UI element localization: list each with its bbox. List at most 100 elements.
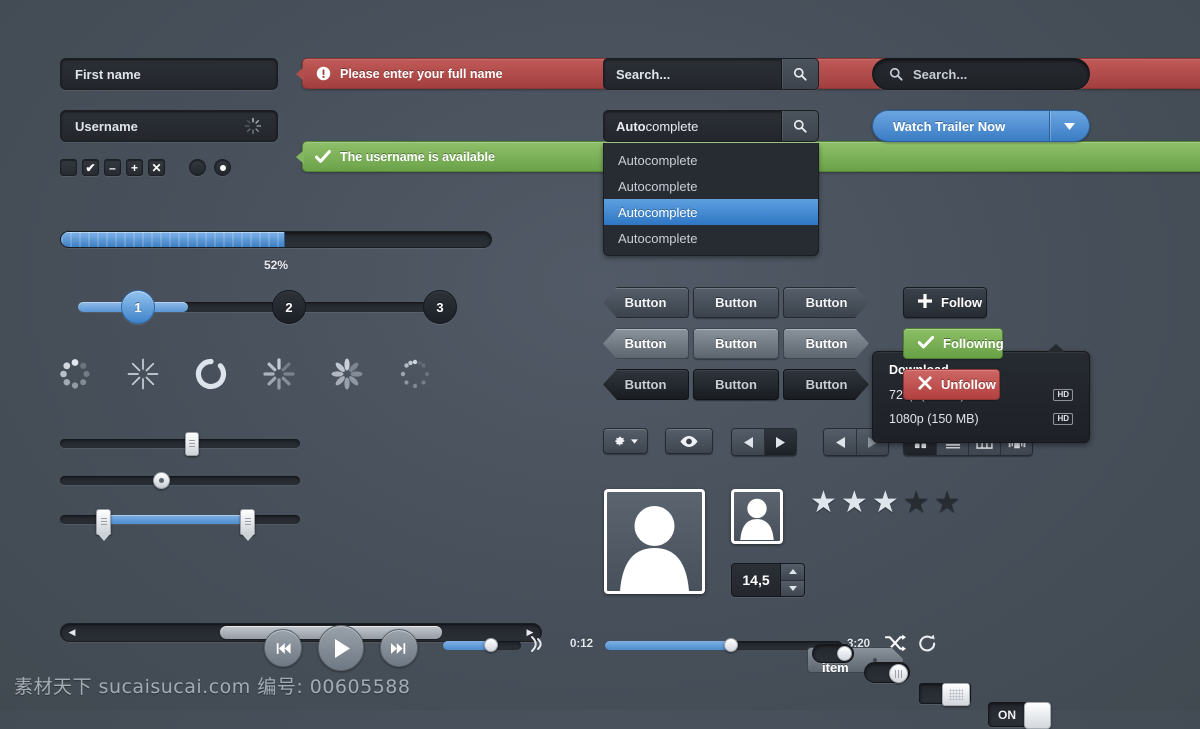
repeat-button[interactable] [918, 634, 937, 658]
volume-slider[interactable] [443, 638, 521, 652]
nav-next-button-active[interactable] [764, 429, 796, 455]
progress-bar [60, 231, 492, 248]
first-name-input[interactable]: First name [60, 58, 278, 90]
unfollow-button[interactable]: Unfollow [903, 369, 1000, 400]
spinner-petals [330, 357, 364, 396]
nav-prev-button[interactable] [824, 429, 856, 455]
radio-selected[interactable] [214, 159, 231, 176]
stepper-up-button[interactable] [781, 564, 804, 580]
skip-back-button[interactable] [264, 629, 302, 667]
follow-button[interactable]: Follow [903, 287, 987, 318]
checkbox-cross[interactable]: ✕ [148, 159, 165, 176]
button-black-flat[interactable]: Button [693, 369, 779, 400]
grip-lines-icon [244, 518, 251, 526]
button-light-arrow[interactable]: Button [783, 328, 869, 359]
toggle-handle[interactable] [837, 646, 852, 661]
scroll-left-arrow-icon[interactable]: ◀ [61, 624, 83, 641]
star-empty[interactable]: ★ [934, 488, 961, 518]
search-input[interactable]: Search... [604, 59, 781, 89]
slider-track [60, 476, 300, 485]
autocomplete-option[interactable]: Autocomplete [604, 173, 818, 199]
autocomplete-option[interactable]: Autocomplete [604, 225, 818, 251]
star-filled[interactable]: ★ [810, 488, 837, 518]
checkbox-empty[interactable] [60, 159, 77, 176]
button-light-notch[interactable]: Button [603, 328, 689, 359]
autocomplete-dropdown[interactable]: Autocomplete Autocomplete Autocomplete A… [603, 143, 819, 256]
radio-group [189, 159, 231, 176]
watch-trailer-button[interactable]: Watch Trailer Now [873, 111, 1049, 141]
step-label: 1 [134, 299, 142, 315]
following-button[interactable]: Following [903, 328, 1004, 359]
checkbox-checked[interactable]: ✔ [82, 159, 99, 176]
triangle-right-icon [776, 436, 785, 448]
radio-dot [219, 164, 226, 171]
watch-trailer-split-button[interactable]: Watch Trailer Now [872, 110, 1090, 142]
autocomplete-input[interactable]: Auto complete [604, 111, 781, 141]
toggle-handle[interactable] [942, 683, 970, 706]
rating-stars[interactable]: ★ ★ ★ ★ ★ [810, 488, 961, 518]
preview-eye-button[interactable] [665, 428, 713, 454]
playback-handle[interactable] [723, 638, 738, 652]
toggle-handle[interactable] [1024, 702, 1051, 729]
skip-forward-button[interactable] [380, 629, 418, 667]
spinner-dots [58, 357, 92, 396]
toggle-handle[interactable] [889, 664, 908, 683]
button-light-flat[interactable]: Button [693, 328, 779, 359]
skip-back-icon [276, 642, 291, 654]
spinner-dots-small [398, 357, 432, 396]
settings-gear-button[interactable] [603, 428, 648, 454]
slider-handle[interactable] [152, 472, 170, 489]
repeat-icon [919, 634, 936, 652]
search-pill-placeholder: Search... [913, 66, 968, 82]
slider-range[interactable] [60, 509, 300, 539]
checkbox-group: ✔ – + ✕ [60, 159, 165, 176]
step-1[interactable]: 1 [121, 290, 155, 324]
autocomplete-box[interactable]: Auto complete [603, 110, 819, 142]
grip-lines-icon [895, 669, 902, 678]
slider-rect-handle[interactable] [60, 432, 300, 456]
autocomplete-option-selected[interactable]: Autocomplete [604, 199, 818, 225]
button-dark-flat[interactable]: Button [693, 287, 779, 318]
autocomplete-option[interactable]: Autocomplete [604, 147, 818, 173]
download-option-1080p[interactable]: 1080p (150 MB) HD [873, 407, 1089, 431]
stepper-value[interactable]: 14,5 [732, 564, 780, 596]
avatar-small[interactable] [731, 489, 783, 544]
step-3[interactable]: 3 [423, 290, 457, 324]
slider-handle-from[interactable] [96, 509, 112, 535]
caret-up-icon [788, 569, 797, 575]
stepper-down-button[interactable] [781, 579, 804, 596]
button-dark-notch[interactable]: Button [603, 287, 689, 318]
avatar-large[interactable] [604, 489, 705, 594]
username-input[interactable]: Username [60, 110, 278, 142]
autocomplete-search-button[interactable] [781, 111, 818, 141]
toggle-square-dotted[interactable] [919, 683, 971, 706]
slider-round-handle[interactable] [60, 472, 300, 490]
nav-segmented-control-1[interactable] [731, 428, 797, 456]
watch-trailer-dropdown-toggle[interactable] [1049, 111, 1089, 141]
star-empty[interactable]: ★ [903, 488, 930, 518]
star-filled[interactable]: ★ [841, 488, 868, 518]
search-box[interactable]: Search... [603, 58, 819, 90]
play-button[interactable] [318, 625, 364, 671]
toggle-pill-grip[interactable] [864, 662, 910, 683]
playback-progress[interactable] [605, 638, 842, 652]
star-filled[interactable]: ★ [872, 488, 899, 518]
checkbox-plus[interactable]: + [126, 159, 143, 176]
slider-handle-to[interactable] [240, 509, 256, 535]
nav-prev-button[interactable] [732, 429, 764, 455]
radio-empty[interactable] [189, 159, 206, 176]
search-button[interactable] [781, 59, 818, 89]
number-stepper[interactable]: 14,5 [731, 563, 805, 597]
button-black-arrow[interactable]: Button [783, 369, 869, 400]
slider-handle[interactable] [185, 432, 199, 456]
checkbox-minus[interactable]: – [104, 159, 121, 176]
toggle-pill-small[interactable] [812, 644, 854, 663]
toggle-on-off[interactable]: ON [988, 702, 1051, 729]
step-2[interactable]: 2 [272, 290, 306, 324]
caret-down-icon [788, 585, 797, 591]
gear-icon [615, 436, 625, 445]
search-pill[interactable]: Search... [872, 58, 1090, 90]
button-label: Button [715, 295, 757, 310]
button-dark-arrow[interactable]: Button [783, 287, 869, 318]
button-black-notch[interactable]: Button [603, 369, 689, 400]
